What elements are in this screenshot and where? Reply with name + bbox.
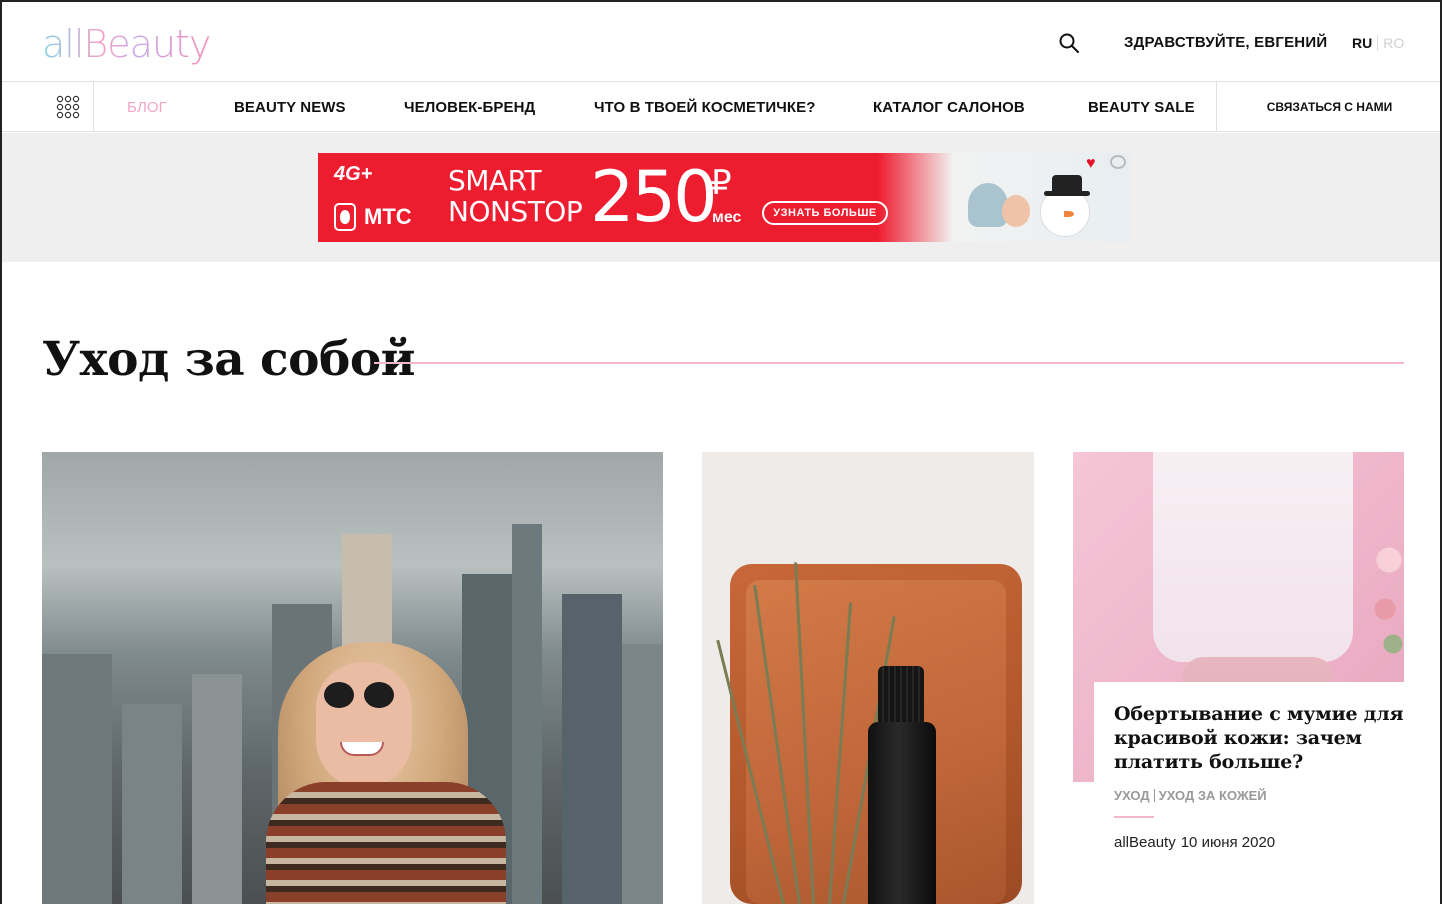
chat-icon bbox=[1110, 155, 1126, 169]
photo-sunglasses bbox=[364, 682, 394, 708]
article-title[interactable]: Обертывание с мумие для красивой кожи: з… bbox=[1114, 702, 1404, 774]
nav-item-beauty-sale[interactable]: BEAUTY SALE bbox=[1088, 99, 1195, 116]
ad-period: мес bbox=[712, 209, 742, 226]
lang-divider bbox=[1377, 35, 1379, 51]
article-image-city-girl[interactable] bbox=[42, 452, 663, 904]
nav-item-blog[interactable]: БЛОГ bbox=[127, 99, 167, 116]
ad-line1: SMART bbox=[448, 164, 542, 197]
grid-menu-button[interactable] bbox=[42, 82, 94, 132]
language-switcher: RU RO bbox=[1352, 35, 1404, 51]
bg-building bbox=[42, 654, 112, 904]
ad-cta-button[interactable]: УЗНАТЬ БОЛЬШЕ bbox=[762, 201, 888, 225]
site-logo[interactable]: allBeauty bbox=[42, 16, 211, 72]
photo-bottle-cap bbox=[878, 666, 924, 726]
article-card: Обертывание с мумие для красивой кожи: з… bbox=[1094, 682, 1404, 904]
photo-bottle bbox=[868, 722, 936, 904]
tag-care[interactable]: УХОД bbox=[1114, 788, 1150, 803]
bg-building bbox=[562, 594, 622, 904]
ad-brand: МТС bbox=[334, 203, 412, 231]
photo-face bbox=[316, 662, 412, 788]
nav-item-salon-catalog[interactable]: КАТАЛОГ САЛОНОВ bbox=[873, 99, 1025, 116]
nav-item-beauty-news[interactable]: BEAUTY NEWS bbox=[234, 99, 346, 116]
grid-menu-icon bbox=[56, 95, 79, 119]
ad-brand-text: МТС bbox=[364, 204, 412, 229]
main-nav: БЛОГ BEAUTY NEWS ЧЕЛОВЕК-БРЕНД ЧТО В ТВО… bbox=[2, 82, 1440, 132]
lang-ro[interactable]: RO bbox=[1383, 35, 1404, 51]
ad-strip: 4G+ МТС SMART NONSTOP 250 ₽ мес УЗНАТЬ Б… bbox=[2, 133, 1440, 262]
article-tags: УХОД УХОД ЗА КОЖЕЙ bbox=[1114, 788, 1267, 803]
photo-sweater bbox=[266, 782, 506, 904]
contact-us-link[interactable]: СВЯЗАТЬСЯ С НАМИ bbox=[1216, 82, 1440, 132]
article-meta: allBeauty 10 июня 2020 bbox=[1114, 834, 1275, 851]
bg-building bbox=[512, 524, 542, 904]
logo-text: allBeauty bbox=[42, 22, 211, 66]
search-icon[interactable] bbox=[1058, 32, 1080, 54]
article-author: allBeauty bbox=[1114, 834, 1176, 851]
bg-building bbox=[622, 644, 663, 904]
article-image-lavender-oil[interactable] bbox=[702, 452, 1034, 904]
bg-building bbox=[192, 674, 242, 904]
ad-line2: NONSTOP bbox=[448, 195, 583, 228]
photo-tshirt bbox=[1153, 452, 1353, 662]
section-title: Уход за собой bbox=[42, 332, 416, 387]
page-frame: allBeauty ЗДРАВСТВУЙТЕ, ЕВГЕНИЙ RU RO БЛ… bbox=[0, 0, 1442, 904]
article-date: 10 июня 2020 bbox=[1180, 834, 1276, 851]
ad-tagline: SMART NONSTOP bbox=[448, 164, 583, 228]
ad-snowman-nose bbox=[1064, 211, 1074, 217]
ad-photo-face bbox=[1002, 195, 1030, 227]
ad-price: 250 bbox=[590, 156, 718, 238]
section-divider bbox=[374, 362, 1404, 364]
tag-underline bbox=[1114, 816, 1154, 818]
ad-snowman-hat-brim bbox=[1044, 191, 1090, 196]
tag-skin-care[interactable]: УХОД ЗА КОЖЕЙ bbox=[1159, 788, 1267, 803]
site-header: allBeauty ЗДРАВСТВУЙТЕ, ЕВГЕНИЙ RU RO bbox=[2, 2, 1440, 82]
heart-icon: ♥ bbox=[1086, 155, 1096, 172]
tag-divider bbox=[1153, 789, 1155, 802]
user-greeting[interactable]: ЗДРАВСТВУЙТЕ, ЕВГЕНИЙ bbox=[1124, 34, 1327, 51]
photo-flowers bbox=[1369, 532, 1404, 672]
ad-banner[interactable]: 4G+ МТС SMART NONSTOP 250 ₽ мес УЗНАТЬ Б… bbox=[318, 153, 1130, 242]
nav-item-cosmetic-bag[interactable]: ЧТО В ТВОЕЙ КОСМЕТИЧКЕ? bbox=[594, 99, 815, 116]
photo-sunglasses bbox=[324, 682, 354, 708]
nav-item-person-brand[interactable]: ЧЕЛОВЕК-БРЕНД bbox=[404, 99, 535, 116]
mts-logo-icon bbox=[334, 203, 356, 231]
ad-currency: ₽ bbox=[710, 163, 732, 203]
lang-ru[interactable]: RU bbox=[1352, 35, 1372, 51]
ad-badge: 4G+ bbox=[334, 163, 373, 185]
bg-building bbox=[122, 704, 182, 904]
